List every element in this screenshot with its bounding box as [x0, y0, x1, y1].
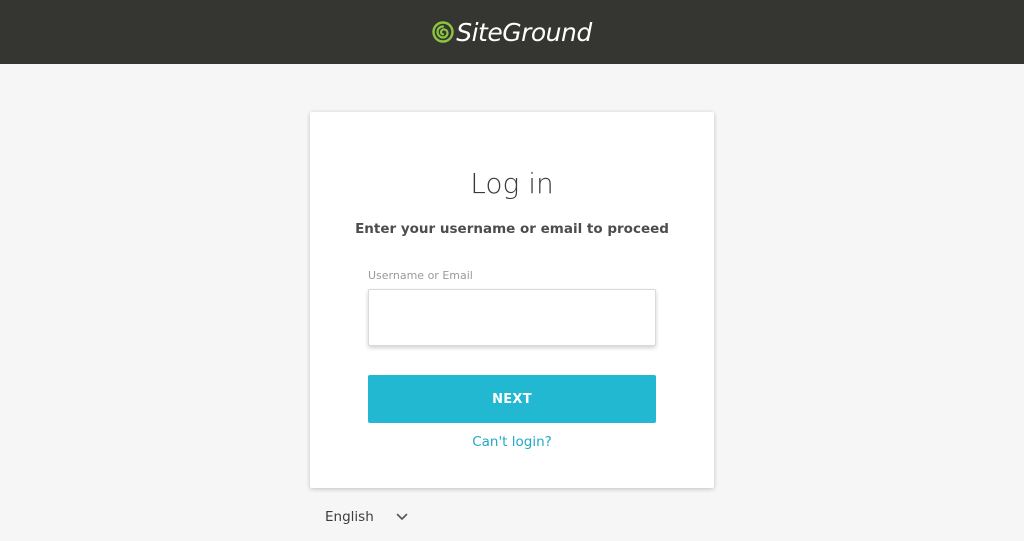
chevron-down-icon — [396, 513, 408, 520]
language-selector[interactable]: English — [325, 507, 408, 527]
next-button[interactable]: NEXT — [368, 375, 656, 423]
username-label: Username or Email — [368, 269, 473, 282]
page-title: Log in — [470, 167, 554, 200]
siteground-logo-icon — [432, 21, 454, 43]
top-bar: SiteGround — [0, 0, 1024, 64]
username-email-input[interactable] — [368, 289, 656, 346]
brand-name: SiteGround — [456, 17, 592, 47]
login-subtitle: Enter your username or email to proceed — [355, 221, 669, 237]
language-label: English — [325, 509, 374, 525]
cant-login-row: Can't login? — [0, 433, 1024, 451]
cant-login-link[interactable]: Can't login? — [472, 434, 552, 450]
siteground-logo[interactable]: SiteGround — [432, 12, 592, 52]
